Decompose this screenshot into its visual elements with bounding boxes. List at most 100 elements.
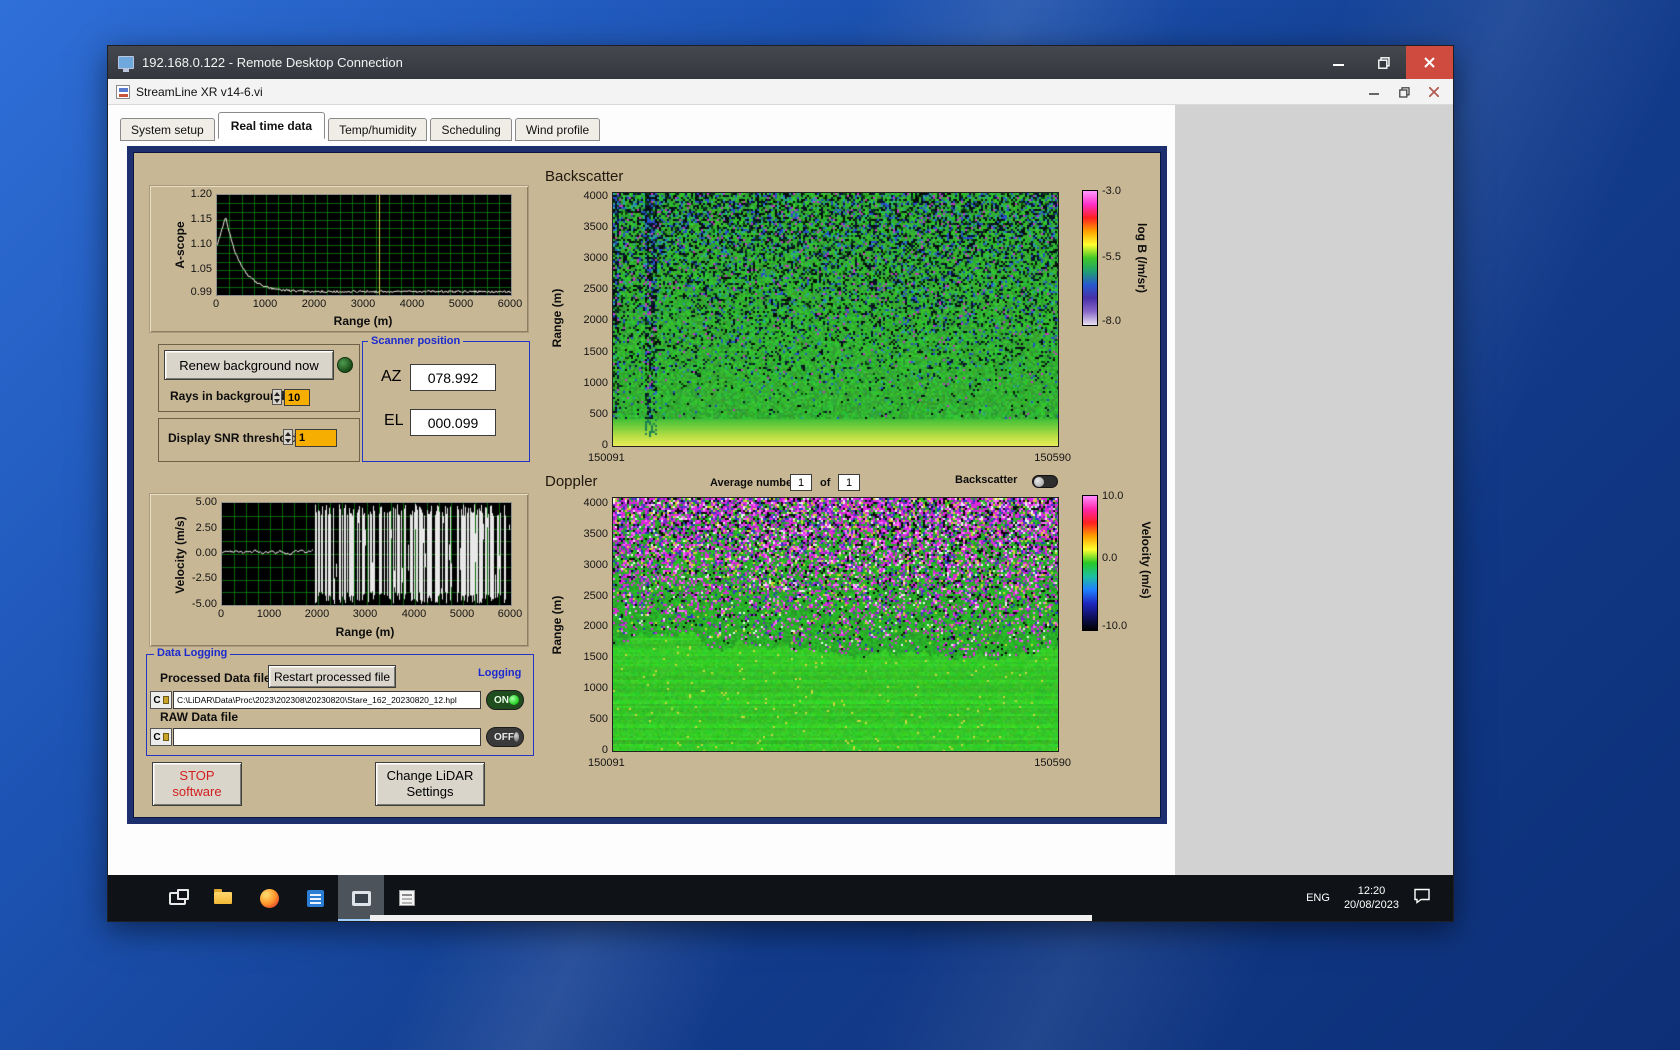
doppler-colorbar-label: Velocity (m/s) <box>1139 521 1153 599</box>
velocity-xtick: 5000 <box>449 608 475 620</box>
backscatter-ytick: 0 <box>601 439 608 451</box>
raw-data-file-label: RAW Data file <box>160 710 239 724</box>
doppler-title: Doppler <box>545 473 598 490</box>
ascope-ytick: 1.20 <box>190 188 212 200</box>
ascope-xtick: 0 <box>212 298 220 310</box>
doppler-ytick: 3000 <box>583 559 608 571</box>
app-titlebar[interactable]: StreamLine XR v14-6.vi <box>108 79 1453 105</box>
backscatter-xtick-right: 150590 <box>1034 452 1071 464</box>
snr-spinner[interactable] <box>283 429 293 445</box>
ascope-xtick: 6000 <box>497 298 523 310</box>
tab-real-time-data[interactable]: Real time data <box>217 112 326 139</box>
rdp-minimize-button[interactable] <box>1316 46 1361 79</box>
rays-spinner[interactable] <box>272 389 282 405</box>
tab-wind-profile[interactable]: Wind profile <box>514 118 601 141</box>
doppler-colorbar <box>1082 495 1098 631</box>
doppler-colorbar-tick: 0.0 <box>1102 552 1118 564</box>
backscatter-ylabel: Range (m) <box>550 288 564 348</box>
app-client-area: System setup Real time data Temp/humidit… <box>108 105 1453 875</box>
tab-temp-humidity[interactable]: Temp/humidity <box>328 118 428 141</box>
tab-system-setup[interactable]: System setup <box>120 118 215 141</box>
file-explorer-button[interactable] <box>200 875 246 921</box>
average-number-field[interactable]: 1 <box>790 474 812 491</box>
doppler-xtick-left: 150091 <box>588 757 625 769</box>
firefox-icon <box>259 888 279 908</box>
logging-label: Logging <box>478 667 522 679</box>
language-indicator[interactable]: ENG <box>1306 892 1330 904</box>
doppler-colorbar-tick: -10.0 <box>1102 620 1128 632</box>
velocity-ytick: 5.00 <box>195 496 217 508</box>
task-view-icon <box>168 888 189 905</box>
rdp-close-button[interactable] <box>1406 46 1453 79</box>
taskbar-handle[interactable] <box>370 915 1092 921</box>
app-minimize-button[interactable] <box>1359 81 1389 103</box>
task-view-button[interactable] <box>154 875 200 921</box>
ascope-xtick: 5000 <box>448 298 474 310</box>
el-value: 000.099 <box>410 409 496 436</box>
ascope-ytick: 1.05 <box>190 263 212 275</box>
tab-strip: System setup Real time data Temp/humidit… <box>120 109 603 141</box>
backscatter-colorbar <box>1082 190 1098 326</box>
processed-data-file-label: Processed Data file <box>160 671 271 685</box>
rdp-restore-button[interactable] <box>1361 46 1406 79</box>
doppler-ylabel: Range (m) <box>550 595 564 655</box>
backscatter-xtick-left: 150091 <box>588 452 625 464</box>
el-label: EL <box>384 412 404 429</box>
clock-time: 12:20 <box>1357 885 1386 897</box>
scan-scheduler-icon <box>399 890 415 906</box>
ascope-graph: A-scope 1.20 1.15 1.10 1.05 0.99 0 1000 … <box>150 186 528 332</box>
processed-path-browse-button[interactable]: C <box>150 691 172 709</box>
backscatter-toggle[interactable] <box>1032 475 1058 488</box>
app-restore-button[interactable] <box>1389 81 1419 103</box>
snr-value-field[interactable]: 1 <box>295 429 337 447</box>
rays-in-background-label: Rays in background <box>170 389 285 403</box>
rays-value-field[interactable]: 10 <box>284 389 310 406</box>
raw-logging-toggle[interactable]: OFF <box>486 727 524 747</box>
backscatter-colorbar-tick: -8.0 <box>1102 315 1121 327</box>
backscatter-heatmap <box>612 192 1059 447</box>
processed-path-field[interactable]: C:\LiDAR\Data\Proc\2023\202308\20230820\… <box>173 691 481 709</box>
rdp-window: 192.168.0.122 - Remote Desktop Connectio… <box>107 45 1454 922</box>
notification-icon[interactable] <box>1413 888 1431 909</box>
firefox-button[interactable] <box>246 875 292 921</box>
velocity-xtick: 0 <box>217 608 225 620</box>
average-number-label: Average number <box>710 477 797 489</box>
app-close-button[interactable] <box>1419 81 1449 103</box>
doppler-ytick: 0 <box>601 744 608 756</box>
velocity-xtick: 4000 <box>401 608 427 620</box>
app-icon <box>116 84 130 99</box>
backscatter-ytick: 4000 <box>583 190 608 202</box>
ascope-plot[interactable] <box>216 194 512 296</box>
doppler-ytick: 4000 <box>583 497 608 509</box>
backscatter-ytick: 1500 <box>583 346 608 358</box>
of-total-field[interactable]: 1 <box>838 474 860 491</box>
backscatter-ytick: 2500 <box>583 283 608 295</box>
stop-software-button[interactable]: STOP software <box>152 762 242 806</box>
change-lidar-settings-button[interactable]: Change LiDAR Settings <box>375 762 485 806</box>
backscatter-title: Backscatter <box>545 168 624 185</box>
velocity-ytick: 2.50 <box>195 522 217 534</box>
rdp-icon <box>118 56 134 72</box>
tab-scheduling[interactable]: Scheduling <box>430 118 512 141</box>
rdp-titlebar[interactable]: 192.168.0.122 - Remote Desktop Connectio… <box>108 46 1453 79</box>
backscatter-colorbar-tick: -3.0 <box>1102 185 1121 197</box>
clock[interactable]: 12:20 20/08/2023 <box>1344 884 1399 912</box>
velocity-ytick: 0.00 <box>195 547 217 559</box>
raw-path-field[interactable] <box>173 728 481 746</box>
of-label: of <box>820 477 831 489</box>
app-blue-button[interactable] <box>292 875 338 921</box>
doppler-ytick: 1500 <box>583 651 608 663</box>
backscatter-colorbar-tick: -5.5 <box>1102 251 1121 263</box>
ascope-ytick: 1.15 <box>190 213 212 225</box>
raw-path-browse-button[interactable]: C <box>150 728 172 746</box>
velocity-xtick: 2000 <box>304 608 330 620</box>
doppler-ytick: 3500 <box>583 528 608 540</box>
renew-background-button[interactable]: Renew background now <box>164 350 334 380</box>
front-panel: A-scope 1.20 1.15 1.10 1.05 0.99 0 1000 … <box>127 146 1167 824</box>
doppler-ytick: 1000 <box>583 682 608 694</box>
restart-processed-file-button[interactable]: Restart processed file <box>268 665 396 688</box>
doppler-colorbar-tick: 10.0 <box>1102 490 1124 502</box>
processed-logging-toggle[interactable]: ON <box>486 690 524 710</box>
velocity-xtick: 1000 <box>256 608 282 620</box>
velocity-xtick: 3000 <box>352 608 378 620</box>
